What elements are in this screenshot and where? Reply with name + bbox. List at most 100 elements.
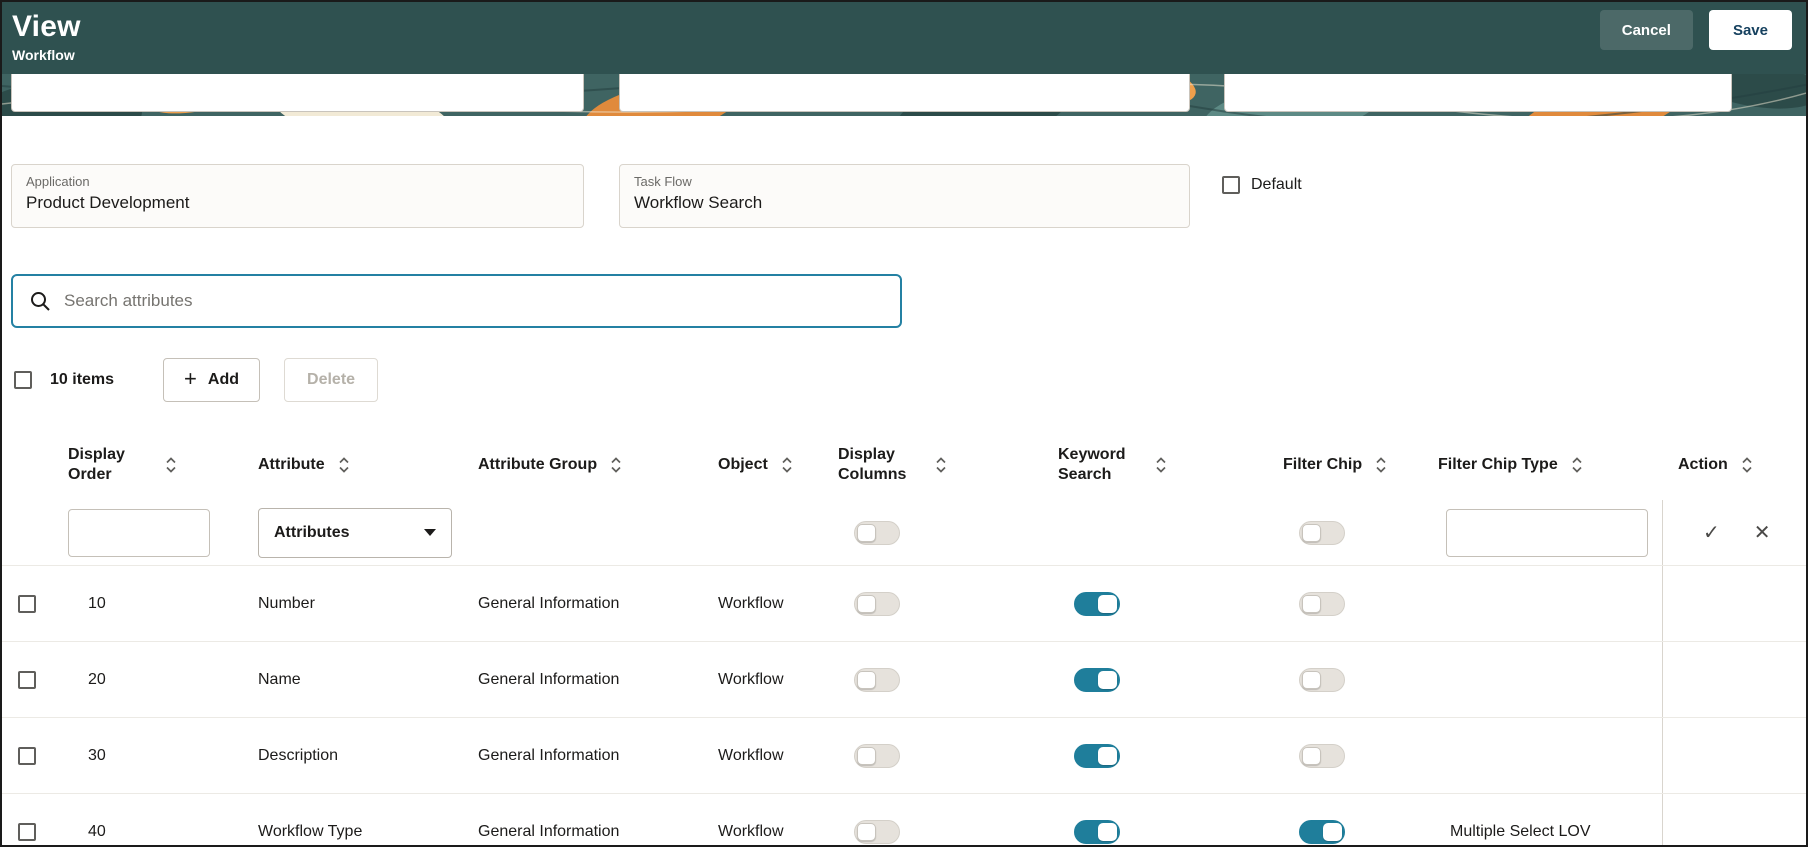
filter-chip-filter-toggle[interactable] (1299, 520, 1345, 545)
cell-text: Description (258, 746, 339, 764)
cancel-x-icon[interactable]: ✕ (1754, 520, 1771, 545)
display-columns-toggle[interactable] (854, 591, 900, 616)
filter-chip-type-filter-cell (1422, 500, 1662, 565)
attribute-group-filter-cell (462, 500, 702, 565)
attribute-cell: Number (242, 566, 462, 641)
attribute-cell: Workflow Type (242, 794, 462, 845)
search-input[interactable] (64, 291, 884, 311)
cancel-button[interactable]: Cancel (1599, 10, 1693, 50)
cell-text: Workflow (718, 594, 784, 612)
column-header-filter-chip[interactable]: Filter Chip (1267, 430, 1422, 500)
truncated-field-1 (11, 74, 584, 112)
sort-icon[interactable] (935, 455, 947, 475)
default-checkbox-wrap[interactable]: Default (1222, 176, 1302, 194)
keyword-search-cell (1042, 794, 1267, 845)
confirm-check-icon[interactable]: ✓ (1703, 520, 1720, 545)
table-row: 40 Workflow Type General Information Workfl… (2, 793, 1806, 845)
toggle-knob (857, 594, 876, 613)
toggle-knob (1302, 523, 1321, 542)
task-flow-field[interactable]: Task Flow Workflow Search (619, 164, 1190, 228)
filter-chip-toggle[interactable] (1299, 743, 1345, 768)
filter-chip-type-cell: Multiple Select LOV (1422, 794, 1662, 845)
title-block: View Workflow (12, 10, 81, 63)
column-label: Attribute Group (478, 456, 598, 473)
row-checkbox[interactable] (18, 822, 36, 841)
display-columns-cell (822, 794, 1042, 845)
chevron-down-icon (424, 529, 436, 536)
attribute-group-cell: General Information (462, 566, 702, 641)
sort-icon[interactable] (1375, 455, 1387, 475)
cell-text: Workflow Type (258, 822, 363, 840)
attribute-group-cell: General Information (462, 642, 702, 717)
row-checkbox-cell (2, 642, 52, 717)
display-order-filter-input[interactable] (68, 508, 210, 557)
display-columns-toggle[interactable] (854, 743, 900, 768)
row-checkbox[interactable] (18, 670, 36, 689)
column-header-keyword-search[interactable]: Keyword Search (1042, 430, 1267, 500)
cell-text: Multiple Select LOV (1450, 822, 1591, 840)
keyword-search-toggle[interactable] (1074, 667, 1120, 692)
sort-icon[interactable] (338, 455, 350, 475)
column-label: Display Order (68, 446, 125, 483)
sort-icon[interactable] (781, 455, 793, 475)
object-cell: Workflow (702, 642, 822, 717)
filter-chip-toggle[interactable] (1299, 667, 1345, 692)
sort-icon[interactable] (1741, 455, 1753, 475)
application-field-label: Application (26, 174, 90, 189)
row-checkbox-cell (2, 794, 52, 845)
sort-icon[interactable] (165, 455, 177, 475)
toggle-knob (1098, 594, 1117, 613)
toggle-knob (857, 670, 876, 689)
sort-icon[interactable] (1571, 455, 1583, 475)
save-button[interactable]: Save (1708, 10, 1792, 50)
display-columns-filter-toggle[interactable] (854, 520, 900, 545)
toggle-knob (1302, 670, 1321, 689)
attributes-dropdown[interactable]: Attributes (258, 507, 452, 558)
row-checkbox[interactable] (18, 594, 36, 613)
sort-icon[interactable] (1155, 455, 1167, 475)
filter-chip-type-cell (1422, 566, 1662, 641)
column-header-display-columns[interactable]: Display Columns (822, 430, 1042, 500)
page-subtitle: Workflow (12, 47, 75, 63)
display-columns-toggle[interactable] (854, 819, 900, 844)
column-header-attribute[interactable]: Attribute (242, 430, 462, 500)
default-checkbox[interactable] (1222, 176, 1240, 194)
column-header-object[interactable]: Object (702, 430, 822, 500)
filter-chip-type-filter-input[interactable] (1446, 508, 1648, 557)
filter-chip-toggle[interactable] (1299, 591, 1345, 616)
application-field[interactable]: Application Product Development (11, 164, 584, 228)
items-count: 10 items (50, 371, 115, 388)
column-header-display-order[interactable]: Display Order (52, 430, 242, 500)
decorative-pattern-band (2, 74, 1806, 116)
cell-text: 30 (88, 746, 106, 764)
cell-text: Workflow (718, 670, 784, 688)
select-all-checkbox[interactable] (14, 371, 32, 389)
keyword-search-toggle[interactable] (1074, 591, 1120, 616)
cell-text: General Information (478, 746, 620, 764)
display-columns-cell (822, 566, 1042, 641)
column-label: Filter Chip Type (1438, 456, 1558, 473)
filter-chip-cell (1267, 566, 1422, 641)
keyword-search-toggle[interactable] (1074, 819, 1120, 844)
display-columns-toggle[interactable] (854, 667, 900, 692)
task-flow-field-value: Workflow Search (634, 193, 763, 212)
delete-button[interactable]: Delete (284, 358, 379, 402)
column-label: Action (1678, 456, 1728, 473)
keyword-search-toggle[interactable] (1074, 743, 1120, 768)
column-header-attribute-group[interactable]: Attribute Group (462, 430, 702, 500)
form-fields-row: Application Product Development Task Flo… (11, 164, 1806, 228)
add-button[interactable]: + Add (163, 358, 261, 402)
column-header-filter-chip-type[interactable]: Filter Chip Type (1422, 430, 1662, 500)
search-attributes-box[interactable] (11, 274, 902, 328)
row-checkbox[interactable] (18, 746, 36, 765)
cell-text: 40 (88, 822, 106, 840)
filter-checkbox-spacer (2, 500, 52, 565)
column-header-action[interactable]: Action (1662, 430, 1806, 500)
keyword-search-cell (1042, 566, 1267, 641)
filter-chip-toggle[interactable] (1299, 819, 1345, 844)
keyword-search-cell (1042, 642, 1267, 717)
attribute-group-cell: General Information (462, 794, 702, 845)
display-order-filter-cell (52, 500, 242, 565)
display-columns-cell (822, 642, 1042, 717)
sort-icon[interactable] (610, 455, 622, 475)
